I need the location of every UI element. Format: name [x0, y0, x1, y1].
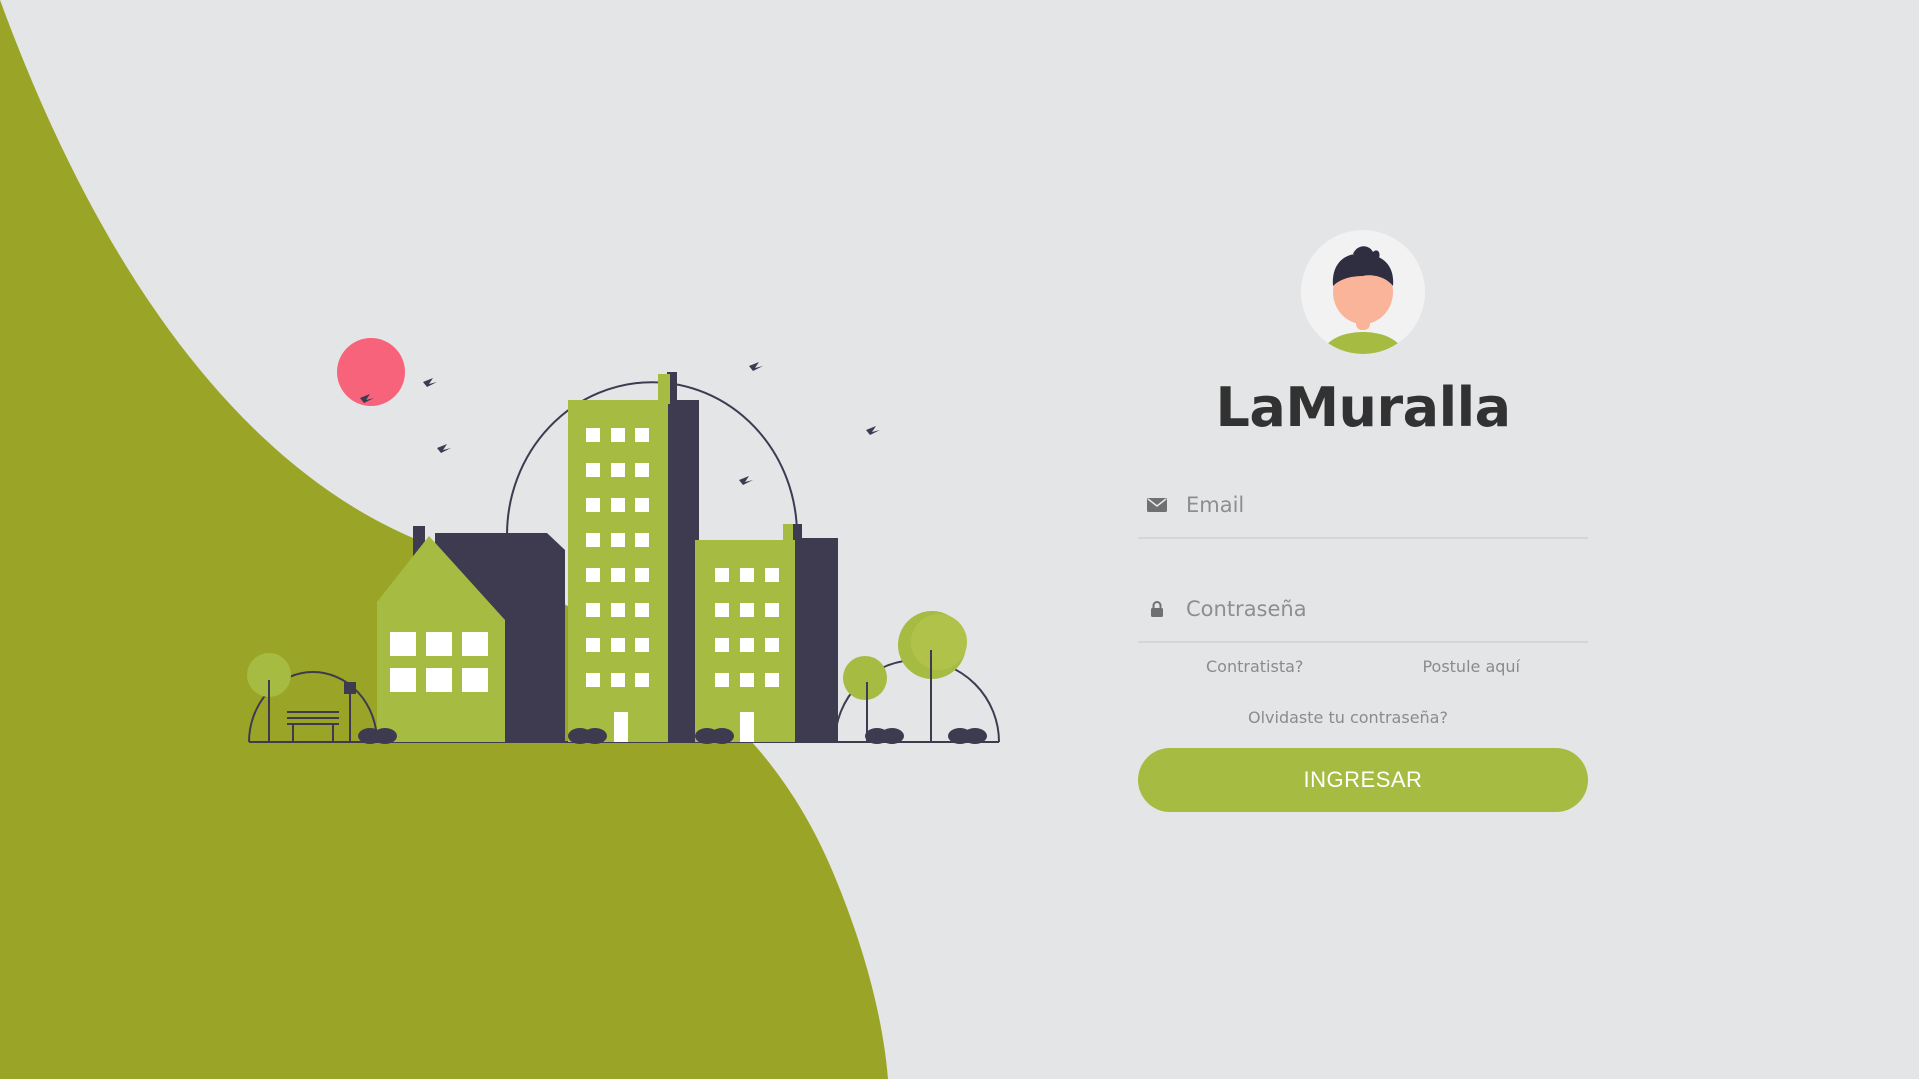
sun-icon: [337, 338, 405, 406]
city-buildings-illustration: [247, 338, 1000, 744]
password-field: [1138, 577, 1588, 643]
forgot-password-link[interactable]: Olvidaste tu contraseña?: [1248, 708, 1448, 727]
apply-link[interactable]: Postule aquí: [1422, 657, 1520, 676]
user-avatar-icon: [1323, 246, 1403, 354]
user-avatar: [1301, 230, 1425, 354]
email-input[interactable]: [1186, 493, 1566, 517]
brand-title: LaMuralla: [1215, 376, 1511, 439]
contractor-link[interactable]: Contratista?: [1206, 657, 1303, 676]
bench-icon: [287, 711, 339, 742]
password-input[interactable]: [1186, 597, 1566, 621]
login-submit-button[interactable]: INGRESAR: [1138, 748, 1588, 812]
login-panel: LaMuralla Contratista? Postule aquí: [1138, 230, 1588, 812]
auth-links-row: Contratista? Postule aquí: [1138, 657, 1588, 676]
forgot-password-row: Olvidaste tu contraseña?: [1138, 708, 1588, 727]
envelope-icon: [1144, 494, 1170, 516]
lock-icon: [1144, 598, 1170, 620]
login-page: LaMuralla Contratista? Postule aquí: [0, 0, 1919, 1079]
email-field: [1138, 473, 1588, 539]
